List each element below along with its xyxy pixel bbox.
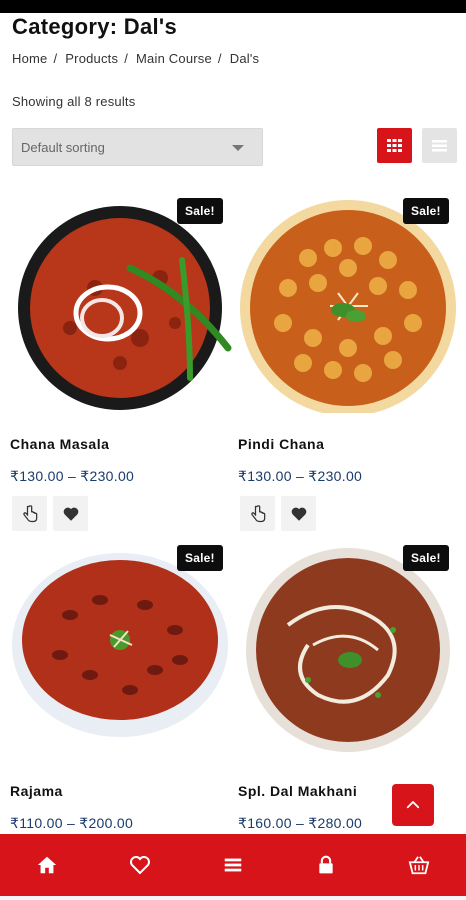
hand-pointer-icon xyxy=(22,504,37,522)
hand-pointer-icon xyxy=(250,504,265,522)
scroll-to-top-button[interactable] xyxy=(392,784,434,826)
menu-icon xyxy=(224,858,242,872)
bottom-nav xyxy=(0,834,466,896)
sale-badge: Sale! xyxy=(177,198,223,224)
heart-icon xyxy=(63,507,78,521)
list-view-button[interactable] xyxy=(422,128,457,163)
nav-menu[interactable] xyxy=(211,843,255,887)
heart-icon xyxy=(129,856,150,875)
product-actions xyxy=(12,496,88,531)
nav-wishlist[interactable] xyxy=(118,843,162,887)
chana-masala-image[interactable] xyxy=(10,198,232,413)
chevron-up-icon xyxy=(406,801,420,809)
sort-select[interactable]: Default sorting xyxy=(12,128,263,166)
sort-select-value: Default sorting xyxy=(21,140,105,155)
dal-makhani-image[interactable] xyxy=(238,545,460,760)
grid-view-button[interactable] xyxy=(377,128,412,163)
product-name[interactable]: Chana Masala xyxy=(10,436,109,452)
rajma-image[interactable] xyxy=(10,545,232,760)
lock-icon xyxy=(319,855,333,874)
breadcrumb-home[interactable]: Home xyxy=(12,51,47,66)
home-icon xyxy=(37,856,56,874)
product-name[interactable]: Rajama xyxy=(10,783,63,799)
product-name[interactable]: Spl. Dal Makhani xyxy=(238,783,357,799)
product-card[interactable]: Sale! Rajama ₹110.00 – ₹200.00 xyxy=(10,545,232,835)
product-price: ₹110.00 – ₹200.00 xyxy=(10,815,134,831)
product-price: ₹160.00 – ₹280.00 xyxy=(238,815,363,831)
pindi-chana-image[interactable] xyxy=(238,198,460,413)
basket-icon xyxy=(409,856,430,875)
breadcrumb-main-course[interactable]: Main Course xyxy=(136,51,212,66)
nav-cart[interactable] xyxy=(397,843,441,887)
product-card[interactable]: Sale! Chana Masala ₹130.00 – ₹230.00 xyxy=(10,198,232,533)
product-price: ₹130.00 – ₹230.00 xyxy=(238,468,363,484)
breadcrumb-separator: / xyxy=(124,51,129,66)
sale-badge: Sale! xyxy=(403,198,449,224)
breadcrumb: Home / Products / Main Course / Dal's xyxy=(12,51,259,66)
nav-account[interactable] xyxy=(304,843,348,887)
product-price: ₹130.00 – ₹230.00 xyxy=(10,468,135,484)
nav-home[interactable] xyxy=(25,843,69,887)
product-actions xyxy=(240,496,316,531)
sale-badge: Sale! xyxy=(177,545,223,571)
wishlist-button[interactable] xyxy=(281,496,316,531)
breadcrumb-separator: / xyxy=(217,51,222,66)
system-nav-strip xyxy=(0,896,466,900)
result-count: Showing all 8 results xyxy=(12,94,136,109)
grid-icon xyxy=(387,139,402,152)
breadcrumb-products[interactable]: Products xyxy=(65,51,118,66)
breadcrumb-current: Dal's xyxy=(229,51,260,66)
select-options-button[interactable] xyxy=(240,496,275,531)
heart-icon xyxy=(291,507,306,521)
wishlist-button[interactable] xyxy=(53,496,88,531)
page-title: Category: Dal's xyxy=(12,14,177,39)
select-options-button[interactable] xyxy=(12,496,47,531)
chevron-down-icon xyxy=(232,145,244,151)
list-icon xyxy=(432,140,447,152)
sale-badge: Sale! xyxy=(403,545,449,571)
product-card[interactable]: Sale! Pindi Chana ₹130.00 – ₹230.00 xyxy=(238,198,460,533)
product-name[interactable]: Pindi Chana xyxy=(238,436,324,452)
status-bar xyxy=(0,0,466,13)
breadcrumb-separator: / xyxy=(53,51,58,66)
